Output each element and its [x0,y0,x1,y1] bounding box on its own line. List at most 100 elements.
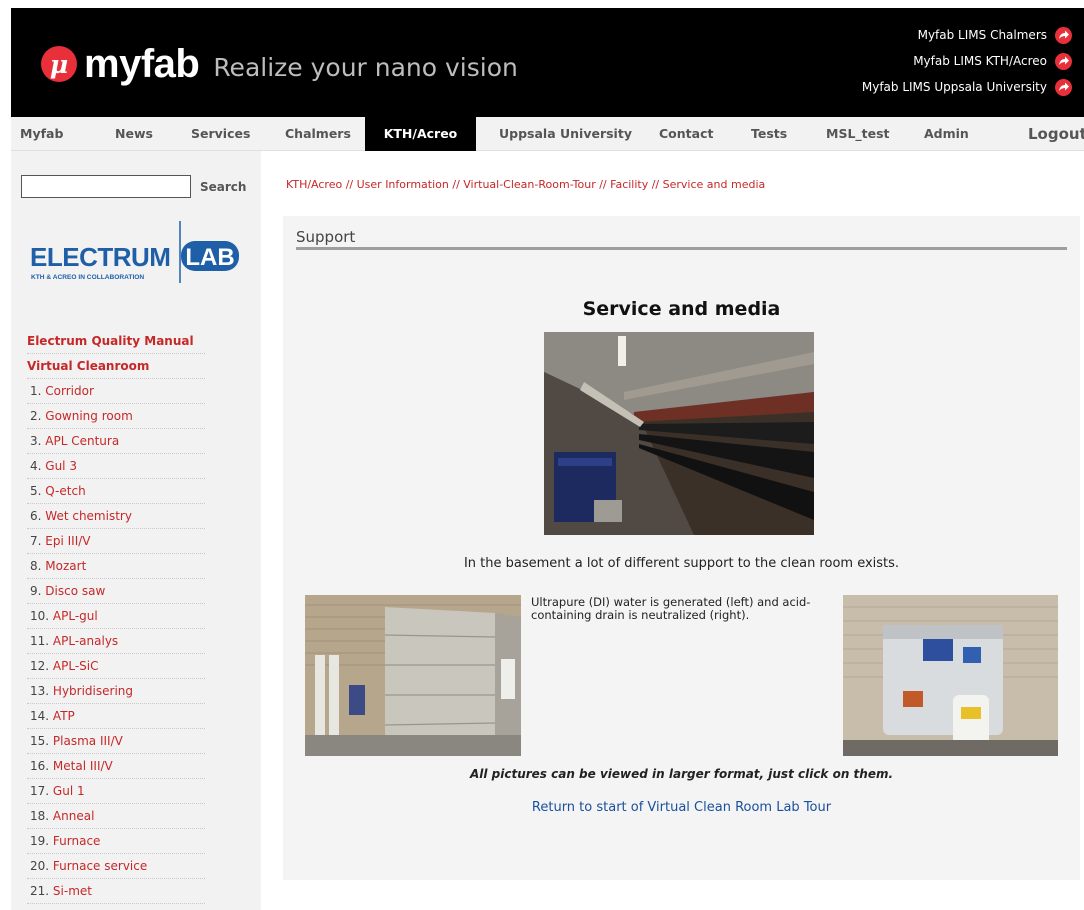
lims-link-chalmers[interactable]: Myfab LIMS Chalmers [862,22,1072,48]
nav-item-tests[interactable]: Tests [751,117,787,151]
item-label: Hybridisering [52,684,134,698]
item-number: 15. [30,734,50,748]
nav-item-msl-test[interactable]: MSL_test [826,117,890,151]
item-label: Plasma III/V [52,734,123,748]
nav-item-kth-acreo[interactable]: KTH/Acreo [365,117,476,151]
sidebar-item[interactable]: 10. APL-gul [27,604,205,629]
lab-logo-word: LAB [185,244,234,271]
sidebar-item[interactable]: 3. APL Centura [27,429,205,454]
item-label: Gowning room [45,409,133,423]
lims-link-kth-acreo[interactable]: Myfab LIMS KTH/Acreo [862,48,1072,74]
item-number: 10. [30,609,50,623]
sidebar-item[interactable]: 14. ATP [27,704,205,729]
item-number: 21. [30,884,50,898]
item-number: 2. [30,409,42,423]
sidebar-item[interactable]: 20. Furnace service [27,854,205,879]
item-number: 3. [30,434,42,448]
lims-link-label: Myfab LIMS Chalmers [917,28,1047,42]
lims-link-label: Myfab LIMS KTH/Acreo [913,54,1047,68]
item-label: Mozart [45,559,87,573]
sidebar-item[interactable]: 4. Gul 3 [27,454,205,479]
basement-tunnel-photo[interactable] [544,332,814,535]
site-header: μ myfab Realize your nano vision Myfab L… [11,8,1084,117]
item-label: APL-SiC [52,659,99,673]
item-label: Si-met [52,884,92,898]
nav-item-chalmers[interactable]: Chalmers [285,117,351,151]
sidebar-item[interactable]: 12. APL-SiC [27,654,205,679]
item-number: 7. [30,534,42,548]
nav-item-uppsala[interactable]: Uppsala University [499,117,632,151]
section-title: Support [296,228,356,246]
sidebar-item-quality-manual[interactable]: Electrum Quality Manual [27,329,205,354]
sidebar-item[interactable]: 1. Corridor [27,379,205,404]
sidebar-item[interactable]: 9. Disco saw [27,579,205,604]
item-label: APL-gul [52,609,98,623]
item-label: Metal III/V [52,759,113,773]
item-number: 16. [30,759,50,773]
electrum-lab-logo[interactable]: ELECTRUM LAB KTH & ACREO IN COLLABORATIO… [29,221,247,285]
item-number: 17. [30,784,50,798]
item-number: 12. [30,659,50,673]
electrum-logo-subtitle: KTH & ACREO IN COLLABORATION [31,274,144,281]
sidebar-item[interactable]: 16. Metal III/V [27,754,205,779]
larger-format-note: All pictures can be viewed in larger for… [469,767,894,781]
sidebar-item[interactable]: 11. APL-analys [27,629,205,654]
sidebar-item[interactable]: 21. Si-met [27,879,205,904]
item-number: 20. [30,859,50,873]
myfab-logo-mark: μ [41,46,77,82]
di-water-photo[interactable] [305,595,521,756]
sidebar-links: Electrum Quality Manual Virtual Cleanroo… [27,329,205,904]
item-number: 14. [30,709,50,723]
item-label: Furnace service [52,859,148,873]
item-label: Furnace [52,834,101,848]
sidebar-item[interactable]: 15. Plasma III/V [27,729,205,754]
search-input[interactable] [21,175,191,198]
external-arrow-icon [1055,78,1072,96]
sidebar-item-virtual-cleanroom[interactable]: Virtual Cleanroom [27,354,205,379]
item-label: Corridor [45,384,94,398]
item-number: 9. [30,584,42,598]
content-panel: Support Service and media In the basemen… [283,216,1080,880]
item-label: Q-etch [45,484,86,498]
sidebar-item[interactable]: 6. Wet chemistry [27,504,205,529]
nav-item-admin[interactable]: Admin [924,117,969,151]
site-tagline: Realize your nano vision [213,52,518,82]
sidebar-item[interactable]: 8. Mozart [27,554,205,579]
item-label: Disco saw [45,584,106,598]
lims-link-label: Myfab LIMS Uppsala University [861,80,1047,94]
item-label: Gul 1 [52,784,85,798]
nav-item-news[interactable]: News [115,117,153,151]
breadcrumb[interactable]: KTH/Acreo // User Information // Virtual… [286,178,765,191]
electrum-logo-word: ELECTRUM [30,242,170,272]
item-number: 5. [30,484,42,498]
ultrapure-caption: Ultrapure (DI) water is generated (left)… [531,595,811,622]
item-label: Gul 3 [45,459,77,473]
nav-item-myfab[interactable]: Myfab [20,117,63,151]
sidebar-item[interactable]: 17. Gul 1 [27,779,205,804]
lims-link-uppsala[interactable]: Myfab LIMS Uppsala University [862,74,1072,100]
sidebar-item[interactable]: 18. Anneal [27,804,205,829]
sidebar-item[interactable]: 2. Gowning room [27,404,205,429]
nav-item-contact[interactable]: Contact [659,117,713,151]
external-arrow-icon [1055,26,1072,44]
sidebar-item[interactable]: 19. Furnace [27,829,205,854]
item-label: APL-analys [52,634,119,648]
item-number: 1. [30,384,42,398]
item-number: 8. [30,559,42,573]
sidebar-item[interactable]: 13. Hybridisering [27,679,205,704]
return-to-start-link[interactable]: Return to start of Virtual Clean Room La… [283,800,1080,815]
item-number: 19. [30,834,50,848]
sidebar-item[interactable]: 7. Epi III/V [27,529,205,554]
search-button[interactable]: Search [200,180,246,194]
neutralization-photo[interactable] [843,595,1058,756]
page-title: Service and media [582,298,781,320]
sidebar-item[interactable]: 5. Q-etch [27,479,205,504]
item-number: 6. [30,509,42,523]
nav-item-logout[interactable]: Logout [1028,117,1084,151]
nav-item-services[interactable]: Services [191,117,250,151]
lims-links: Myfab LIMS Chalmers Myfab LIMS KTH/Acreo… [862,22,1072,100]
main-nav: Myfab News Services Chalmers KTH/Acreo U… [11,117,1084,151]
item-number: 11. [30,634,50,648]
item-label: APL Centura [45,434,120,448]
myfab-logo[interactable]: μ myfab Realize your nano vision [41,42,518,86]
